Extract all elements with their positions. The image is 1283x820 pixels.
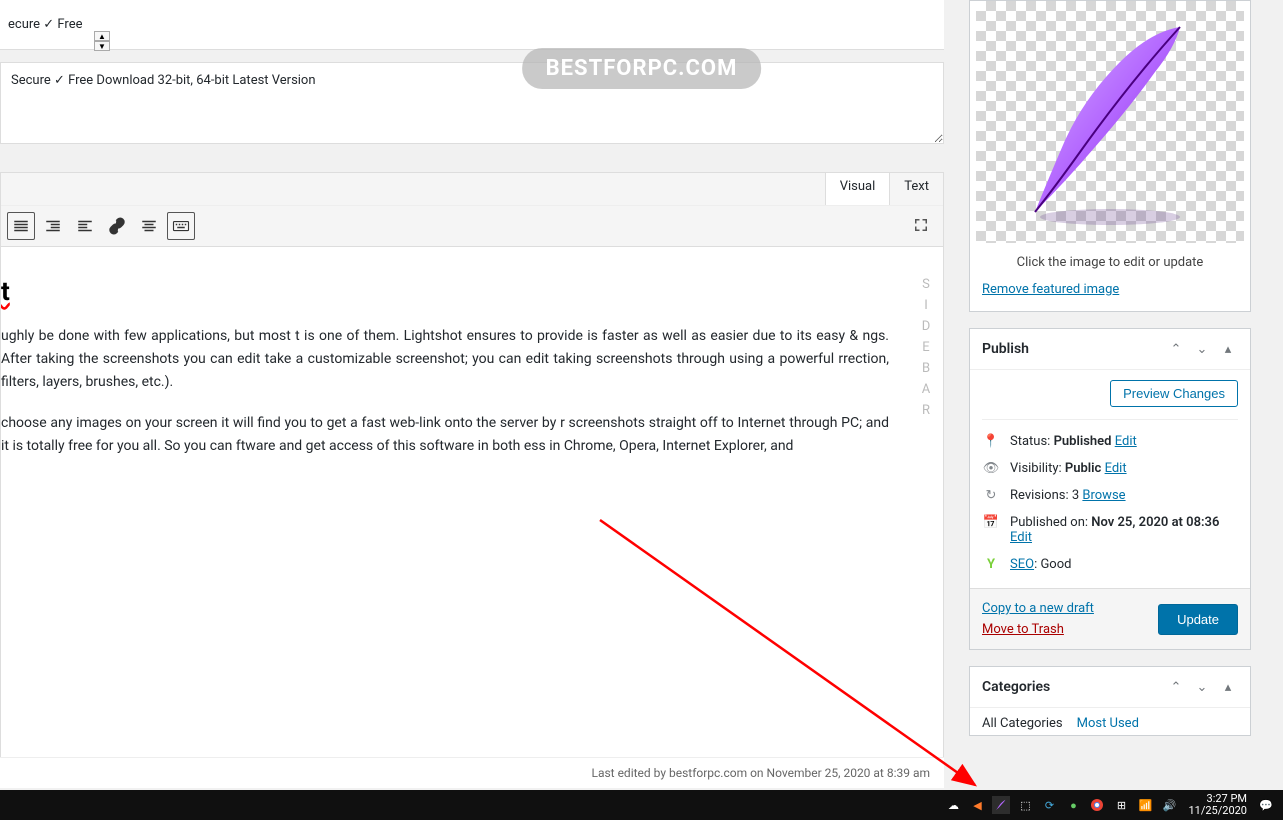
featured-image-panel: Click the image to edit or update Remove… [969,0,1251,312]
excerpt-area: Secure ✓ Free Download 32-bit, 64-bit La… [0,62,944,148]
categories-title: Categories [982,679,1050,695]
speaker-icon[interactable]: 🔊 [1160,796,1178,814]
tab-all-categories[interactable]: All Categories [982,716,1063,731]
taskbar-clock[interactable]: 3:27 PM 11/25/2020 [1188,793,1247,817]
fullscreen-button[interactable] [907,211,935,239]
panel-down-icon[interactable]: ⌄ [1192,677,1212,697]
dropbox-icon[interactable]: ⬚ [1016,796,1034,814]
edit-visibility-link[interactable]: Edit [1105,461,1127,476]
publish-panel: Publish ⌃ ⌄ ▴ Preview Changes 📍 Status: … [969,328,1251,650]
edit-date-link[interactable]: Edit [1010,530,1032,545]
article-body: ughly be done with few applications, but… [1,325,889,458]
tab-most-used[interactable]: Most Used [1077,716,1139,731]
article-title: t [1,277,889,307]
system-tray: ☁ ◀ ⬚ ⟳ ● ⊞ 📶 🔊 [944,796,1178,814]
sync-icon[interactable]: ⟳ [1040,796,1058,814]
publish-title: Publish [982,341,1029,357]
lightshot-tray-icon[interactable] [992,796,1010,814]
idm-icon[interactable]: ● [1064,796,1082,814]
panel-down-icon[interactable]: ⌄ [1192,339,1212,359]
revisions-icon: ↻ [982,488,1000,503]
keyboard-toggle-button[interactable] [167,212,195,240]
seo-icon: Y [982,557,1000,572]
title-overflow-row: ecure ✓ Free ▲ ▼ [0,0,944,50]
chrome-icon[interactable] [1088,796,1106,814]
pin-icon: 📍 [982,434,1000,449]
panel-toggle-icon[interactable]: ▴ [1218,677,1238,697]
align-justify-button[interactable] [7,212,35,240]
indent-right-button[interactable] [39,212,67,240]
sidebar-letters: S I D E B A R [909,247,943,765]
unlink-button[interactable] [135,212,163,240]
eye-icon: 👁 [982,461,1000,476]
last-edited-text: Last edited by bestforpc.com on November… [0,757,944,788]
excerpt-textarea[interactable]: Secure ✓ Free Download 32-bit, 64-bit La… [0,62,944,144]
notifications-icon[interactable]: 💬 [1257,796,1275,814]
editor-content[interactable]: t ughly be done with few applications, b… [0,246,944,766]
categories-panel: Categories ⌃ ⌄ ▴ All Categories Most Use… [969,666,1251,736]
copy-draft-link[interactable]: Copy to a new draft [982,601,1094,616]
feather-icon [1010,12,1210,232]
windows-taskbar: ☁ ◀ ⬚ ⟳ ● ⊞ 📶 🔊 3:27 PM 11/25/2020 💬 [0,790,1283,820]
move-to-trash-link[interactable]: Move to Trash [982,622,1064,637]
edit-status-link[interactable]: Edit [1115,434,1137,449]
panel-toggle-icon[interactable]: ▴ [1218,339,1238,359]
tab-visual[interactable]: Visual [825,173,890,205]
editor-container: Visual Text [0,172,944,247]
panel-up-icon[interactable]: ⌃ [1166,677,1186,697]
tab-text[interactable]: Text [889,173,943,205]
preview-changes-button[interactable]: Preview Changes [1110,380,1238,407]
security-icon[interactable]: ⊞ [1112,796,1130,814]
update-button[interactable]: Update [1158,604,1238,635]
panel-up-icon[interactable]: ⌃ [1166,339,1186,359]
paragraph-2: choose any images on your screen it will… [1,412,889,458]
overflow-text: ecure ✓ Free [0,9,90,40]
paragraph-1: ughly be done with few applications, but… [1,325,889,394]
editor-toolbar [1,205,943,246]
image-hint: Click the image to edit or update [970,243,1250,282]
spinner-down[interactable]: ▼ [94,41,110,51]
overflow-spinner: ecure ✓ Free ▲ ▼ [0,17,110,32]
wifi-icon[interactable]: 📶 [1136,796,1154,814]
browse-revisions-link[interactable]: Browse [1082,488,1125,503]
seo-link[interactable]: SEO [1010,557,1034,572]
calendar-icon: 📅 [982,515,1000,530]
spinner-up[interactable]: ▲ [94,31,110,41]
featured-image-preview[interactable] [976,1,1244,243]
indent-left-button[interactable] [71,212,99,240]
cloud-icon[interactable]: ☁ [944,796,962,814]
remove-featured-image-link[interactable]: Remove featured image [982,282,1119,297]
volume-orange-icon[interactable]: ◀ [968,796,986,814]
link-button[interactable] [103,212,131,240]
